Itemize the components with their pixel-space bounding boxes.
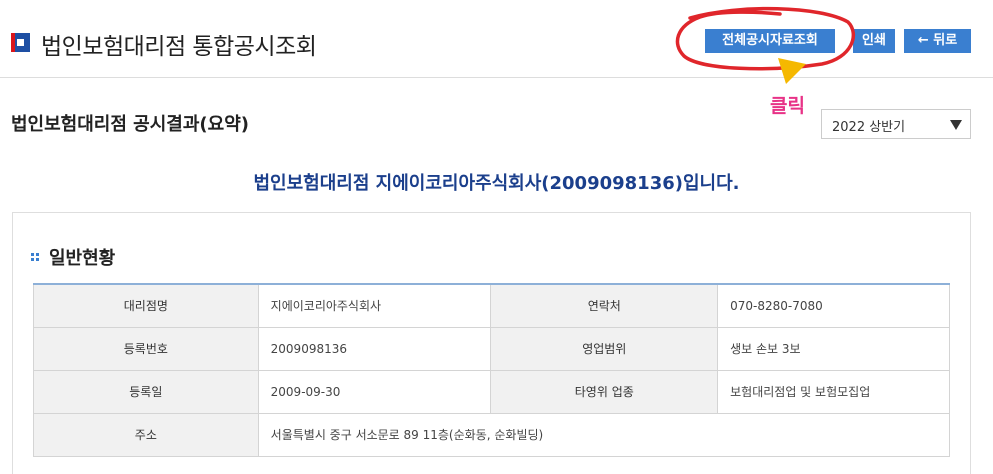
section-title: 일반현황: [49, 248, 116, 269]
back-button[interactable]: ← 뒤로: [904, 29, 971, 53]
table-header-cell: 등록번호: [33, 326, 259, 371]
table-cell: 생보 손보 3보: [717, 326, 950, 371]
table-header-cell: 등록일: [33, 369, 259, 414]
table-cell: 서울특별시 중구 서소문로 89 11층(순화동, 순화빌딩): [257, 412, 951, 457]
print-button[interactable]: 인쇄: [853, 29, 895, 53]
table-header-cell: 주소: [33, 412, 259, 457]
all-disclosure-button[interactable]: 전체공시자료조회: [705, 29, 835, 53]
table-cell: 070-8280-7080: [717, 283, 950, 328]
table-cell: 보험대리점업 및 보험모집업: [717, 369, 950, 414]
click-annotation-label: 클릭: [770, 95, 805, 117]
table-header-cell: 영업범위: [490, 326, 719, 371]
page-title: 법인보험대리점 통합공시조회: [41, 34, 317, 60]
company-heading: 법인보험대리점 지에이코리아주식회사(2009098136)입니다.: [253, 173, 740, 194]
table-cell: 2009098136: [257, 326, 492, 371]
summary-title: 법인보험대리점 공시결과(요약): [11, 114, 249, 135]
section-bullet-icon: [31, 253, 39, 261]
general-info-table: 대리점명 지에이코리아주식회사 연락처 070-8280-7080 등록번호 2…: [33, 283, 951, 457]
table-row: 등록번호 2009098136 영업범위 생보 손보 3보: [33, 326, 950, 371]
table-header-cell: 대리점명: [33, 283, 259, 328]
table-header-cell: 연락처: [490, 283, 719, 328]
page-header: 법인보험대리점 통합공시조회 전체공시자료조회 인쇄 ← 뒤로: [0, 0, 993, 78]
table-row: 주소 서울특별시 중구 서소문로 89 11층(순화동, 순화빌딩): [33, 412, 951, 457]
title-logo-icon: [11, 33, 30, 52]
table-row: 대리점명 지에이코리아주식회사 연락처 070-8280-7080: [33, 283, 950, 328]
table-cell: 지에이코리아주식회사: [257, 283, 492, 328]
table-row: 등록일 2009-09-30 타영위 업종 보험대리점업 및 보험모집업: [33, 369, 950, 414]
period-select-value: 2022 상반기: [832, 120, 906, 135]
table-cell: 2009-09-30: [257, 369, 492, 414]
dropdown-arrow-icon: [950, 120, 962, 130]
period-select[interactable]: 2022 상반기: [821, 109, 971, 139]
table-header-cell: 타영위 업종: [490, 369, 719, 414]
